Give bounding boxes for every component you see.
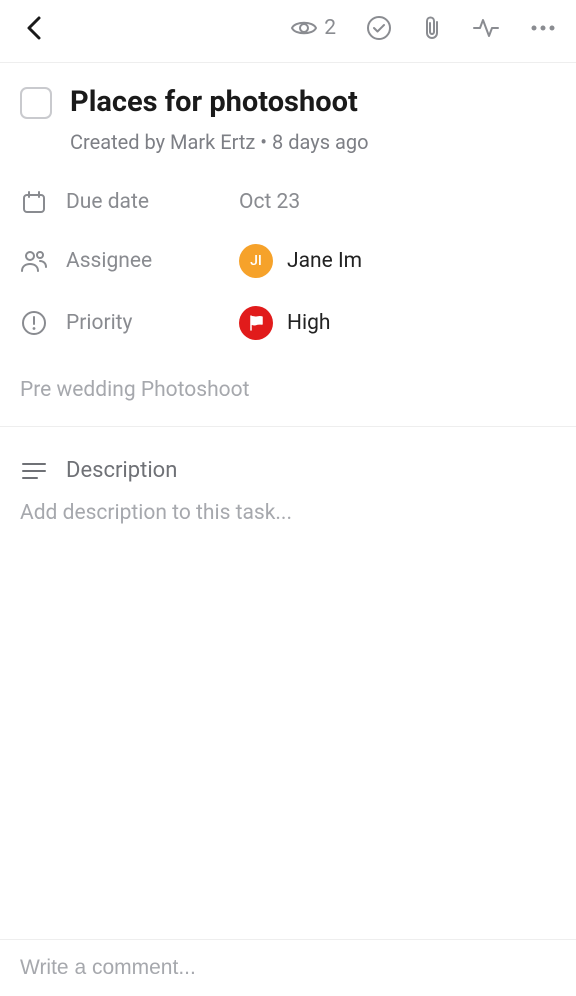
- created-ago: 8 days ago: [272, 130, 368, 154]
- back-button[interactable]: [20, 14, 48, 42]
- watchers-button[interactable]: 2: [290, 16, 336, 40]
- assignee-row[interactable]: Assignee JI Jane Im: [0, 230, 576, 292]
- comment-bar: [0, 939, 576, 996]
- priority-flag-badge: [239, 306, 273, 340]
- priority-label: Priority: [66, 311, 221, 335]
- people-icon: [20, 247, 48, 275]
- header-action-icons: 2: [290, 14, 556, 42]
- description-header: Description: [0, 427, 576, 501]
- more-icon: [530, 24, 556, 32]
- task-meta: Created by Mark Ertz • 8 days ago: [0, 126, 576, 174]
- flag-icon: [247, 314, 265, 332]
- more-button[interactable]: [530, 24, 556, 32]
- assignee-label: Assignee: [66, 249, 221, 273]
- task-title-row: Places for photoshoot: [0, 63, 576, 126]
- paperclip-icon: [422, 14, 442, 42]
- description-icon: [20, 457, 48, 485]
- watcher-count: 2: [324, 16, 336, 40]
- assignee-avatar: JI: [239, 244, 273, 278]
- due-date-label: Due date: [66, 190, 221, 214]
- chevron-left-icon: [25, 14, 43, 42]
- activity-icon: [472, 17, 500, 39]
- assignee-value: JI Jane Im: [239, 244, 362, 278]
- exclamation-icon: [20, 309, 48, 337]
- eye-icon: [290, 18, 318, 38]
- created-by: Created by Mark Ertz: [70, 130, 255, 154]
- description-placeholder[interactable]: Add description to this task...: [0, 501, 576, 525]
- due-date-row[interactable]: Due date Oct 23: [0, 174, 576, 230]
- due-date-value: Oct 23: [239, 190, 300, 214]
- priority-row[interactable]: Priority High: [0, 292, 576, 354]
- description-label: Description: [66, 458, 177, 483]
- calendar-icon: [20, 188, 48, 216]
- task-checkbox[interactable]: [20, 87, 52, 119]
- check-circle-icon: [366, 15, 392, 41]
- assignee-name: Jane Im: [287, 249, 362, 273]
- task-title[interactable]: Places for photoshoot: [70, 85, 358, 120]
- task-header: 2: [0, 0, 576, 63]
- complete-button[interactable]: [366, 15, 392, 41]
- project-line[interactable]: Pre wedding Photoshoot: [0, 354, 576, 427]
- priority-text: High: [287, 311, 330, 335]
- comment-input[interactable]: [20, 956, 556, 980]
- activity-button[interactable]: [472, 17, 500, 39]
- priority-value: High: [239, 306, 330, 340]
- attachment-button[interactable]: [422, 14, 442, 42]
- meta-separator: •: [255, 130, 272, 154]
